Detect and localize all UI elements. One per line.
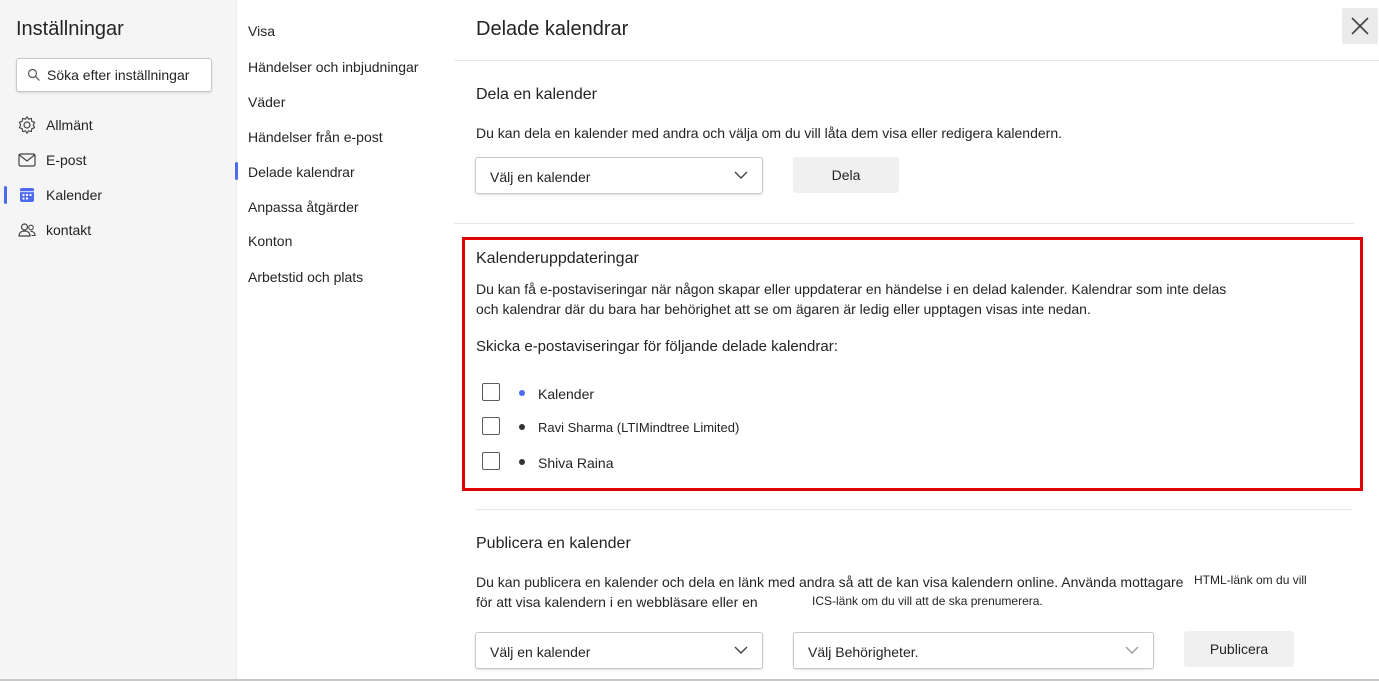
publish-description-line2: för att visa kalendern i en webbläsare e… — [476, 594, 758, 610]
share-calendar-select-value: Välj en kalender — [490, 169, 591, 185]
subnav-item-shared-calendars[interactable]: Delade kalendrar — [235, 157, 455, 187]
settings-title: Inställningar — [16, 18, 124, 40]
publish-button[interactable]: Publicera — [1184, 631, 1294, 667]
subnav-label: Arbetstid och plats — [248, 269, 364, 285]
category-general[interactable]: Allmänt — [0, 108, 236, 142]
updates-description-line1: Du kan få e-postaviseringar när någon sk… — [476, 281, 1227, 297]
section-divider — [454, 223, 1354, 224]
category-mail[interactable]: E-post — [0, 143, 236, 177]
close-button[interactable] — [1342, 8, 1378, 44]
close-icon — [1351, 17, 1369, 35]
calendar-icon — [17, 185, 37, 205]
publish-html-note: HTML-länk om du vill — [1194, 573, 1307, 587]
publish-calendar-select-value: Välj en kalender — [490, 644, 591, 660]
page-title: Delade kalendrar — [476, 18, 629, 40]
subnav-label: Händelser från e-post — [248, 129, 383, 145]
subnav-item-view[interactable]: Visa — [237, 16, 455, 46]
chevron-down-icon — [734, 171, 748, 179]
category-calendar[interactable]: Kalender — [0, 178, 236, 212]
updates-prompt: Skicka e-postaviseringar för följande de… — [476, 338, 838, 355]
subnav-label: Delade kalendrar — [248, 164, 355, 180]
calendar-notify-row: Ravi Sharma (LTIMindtree Limited) — [482, 415, 882, 439]
calendar-color-dot — [519, 390, 525, 396]
calendar-notify-checkbox[interactable] — [482, 452, 500, 470]
gear-icon — [17, 115, 37, 135]
publish-calendar-select[interactable]: Välj en kalender — [475, 632, 763, 669]
subnav-label: Anpassa åtgärder — [248, 199, 359, 215]
header-divider — [454, 60, 1379, 61]
category-contacts[interactable]: kontakt — [0, 213, 236, 247]
subnav-label: Väder — [248, 94, 286, 110]
publish-section-title: Publicera en kalender — [476, 535, 631, 552]
category-label: Allmänt — [46, 117, 93, 133]
calendar-subnav-pane: Visa Händelser och inbjudningar Väder Hä… — [235, 0, 455, 681]
calendar-notify-checkbox[interactable] — [482, 417, 500, 435]
chevron-down-icon — [734, 646, 748, 654]
subnav-item-accounts[interactable]: Konton — [237, 226, 455, 256]
share-description: Du kan dela en kalender med andra och vä… — [476, 125, 1062, 141]
subnav-label: Visa — [248, 23, 275, 39]
calendar-name: Shiva Raina — [538, 455, 614, 471]
calendar-color-dot — [519, 459, 525, 465]
calendar-name: Ravi Sharma (LTIMindtree Limited) — [538, 420, 740, 435]
search-icon — [27, 68, 40, 81]
publish-permissions-select[interactable]: Välj Behörigheter. — [793, 632, 1154, 669]
subnav-item-work-hours-location[interactable]: Arbetstid och plats — [237, 262, 455, 292]
subnav-item-weather[interactable]: Väder — [237, 87, 455, 117]
settings-search-box[interactable] — [16, 58, 212, 92]
settings-nav-pane: Inställningar Allmänt E-post — [0, 0, 236, 681]
calendar-color-dot — [519, 424, 525, 430]
share-calendar-select[interactable]: Välj en kalender — [475, 157, 763, 194]
category-label: kontakt — [46, 222, 92, 238]
shared-calendars-content: Delade kalendrar Dela en kalender Du kan… — [454, 0, 1379, 681]
section-divider — [476, 509, 1352, 510]
share-section-title: Dela en kalender — [476, 86, 597, 103]
category-label: Kalender — [46, 187, 103, 203]
calendar-notify-row: Kalender — [482, 381, 882, 405]
publish-ics-note: ICS-länk om du vill att de ska prenumere… — [812, 594, 1043, 608]
subnav-label: Händelser och inbjudningar — [248, 59, 419, 75]
category-label: E-post — [46, 152, 87, 168]
publish-permissions-select-value: Välj Behörigheter. — [808, 644, 919, 660]
subnav-item-events-from-email[interactable]: Händelser från e-post — [237, 122, 455, 152]
settings-search-input[interactable] — [47, 59, 207, 91]
calendar-notify-row: Shiva Raina — [482, 450, 882, 474]
calendar-name: Kalender — [538, 386, 595, 402]
publish-description-line1: Du kan publicera en kalender och dela en… — [476, 574, 1184, 590]
subnav-item-customize-actions[interactable]: Anpassa åtgärder — [237, 192, 455, 222]
calendar-notify-checkbox[interactable] — [482, 383, 500, 401]
updates-description-line2: och kalendrar där du bara har behörighet… — [476, 301, 1091, 317]
people-icon — [17, 220, 37, 240]
mail-icon — [17, 150, 37, 170]
updates-section-title: Kalenderuppdateringar — [476, 250, 639, 267]
share-button[interactable]: Dela — [793, 157, 899, 193]
subnav-label: Konton — [248, 233, 293, 249]
subnav-item-events-invitations[interactable]: Händelser och inbjudningar — [237, 52, 455, 82]
chevron-down-icon — [1125, 646, 1139, 654]
